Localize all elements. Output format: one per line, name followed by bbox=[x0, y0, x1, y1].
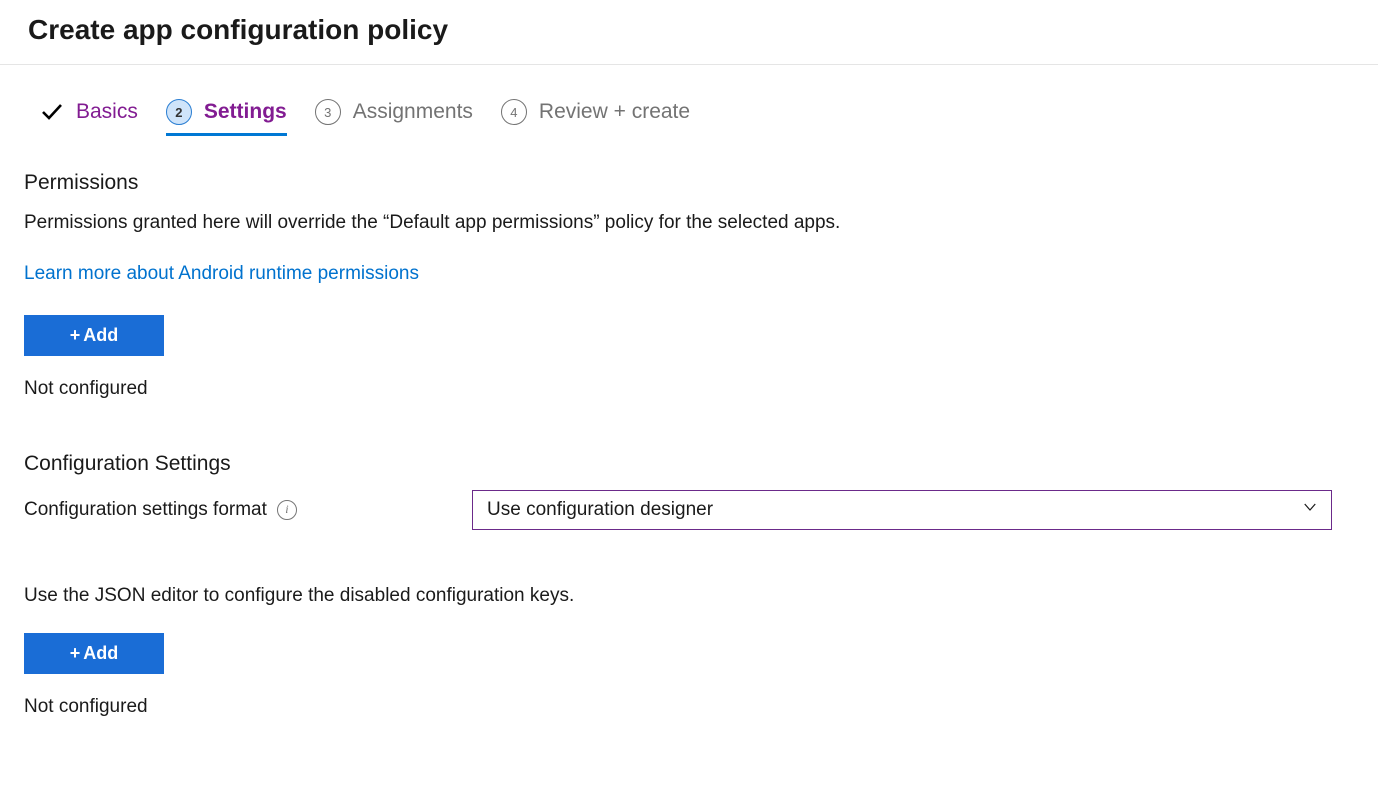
chevron-down-icon bbox=[1301, 498, 1319, 522]
tab-settings[interactable]: 2 Settings bbox=[166, 99, 287, 136]
config-format-label-text: Configuration settings format bbox=[24, 499, 267, 521]
tab-settings-label: Settings bbox=[204, 100, 287, 124]
checkmark-icon bbox=[38, 99, 64, 125]
config-format-row: Configuration settings format i Use conf… bbox=[24, 490, 1354, 530]
info-icon[interactable]: i bbox=[277, 500, 297, 520]
config-format-value: Use configuration designer bbox=[487, 499, 713, 521]
config-json-hint: Use the JSON editor to configure the dis… bbox=[24, 582, 1074, 610]
step-number-icon: 4 bbox=[501, 99, 527, 125]
page-title: Create app configuration policy bbox=[0, 0, 1378, 65]
plus-icon: + bbox=[70, 643, 81, 664]
tab-review-label: Review + create bbox=[539, 100, 690, 124]
config-settings-heading: Configuration Settings bbox=[24, 452, 1354, 476]
permissions-learn-more-link[interactable]: Learn more about Android runtime permiss… bbox=[24, 263, 419, 285]
config-add-button[interactable]: +Add bbox=[24, 633, 164, 674]
tab-basics[interactable]: Basics bbox=[38, 99, 138, 133]
add-button-label: Add bbox=[83, 325, 118, 346]
tab-assignments-label: Assignments bbox=[353, 100, 473, 124]
tab-assignments[interactable]: 3 Assignments bbox=[315, 99, 473, 133]
step-number-icon: 2 bbox=[166, 99, 192, 125]
page-title-text: Create app configuration policy bbox=[28, 14, 448, 45]
config-format-dropdown[interactable]: Use configuration designer bbox=[472, 490, 1332, 530]
permissions-add-button[interactable]: +Add bbox=[24, 315, 164, 356]
permissions-description: Permissions granted here will override t… bbox=[24, 209, 1074, 237]
wizard-tabs: Basics 2 Settings 3 Assignments 4 Review… bbox=[24, 65, 1354, 133]
config-format-label: Configuration settings format i bbox=[24, 499, 456, 521]
permissions-heading: Permissions bbox=[24, 171, 1354, 195]
tab-review-create[interactable]: 4 Review + create bbox=[501, 99, 690, 133]
plus-icon: + bbox=[70, 325, 81, 346]
config-status: Not configured bbox=[24, 696, 1354, 718]
add-button-label: Add bbox=[83, 643, 118, 664]
step-number-icon: 3 bbox=[315, 99, 341, 125]
tab-basics-label: Basics bbox=[76, 100, 138, 124]
permissions-status: Not configured bbox=[24, 378, 1354, 400]
